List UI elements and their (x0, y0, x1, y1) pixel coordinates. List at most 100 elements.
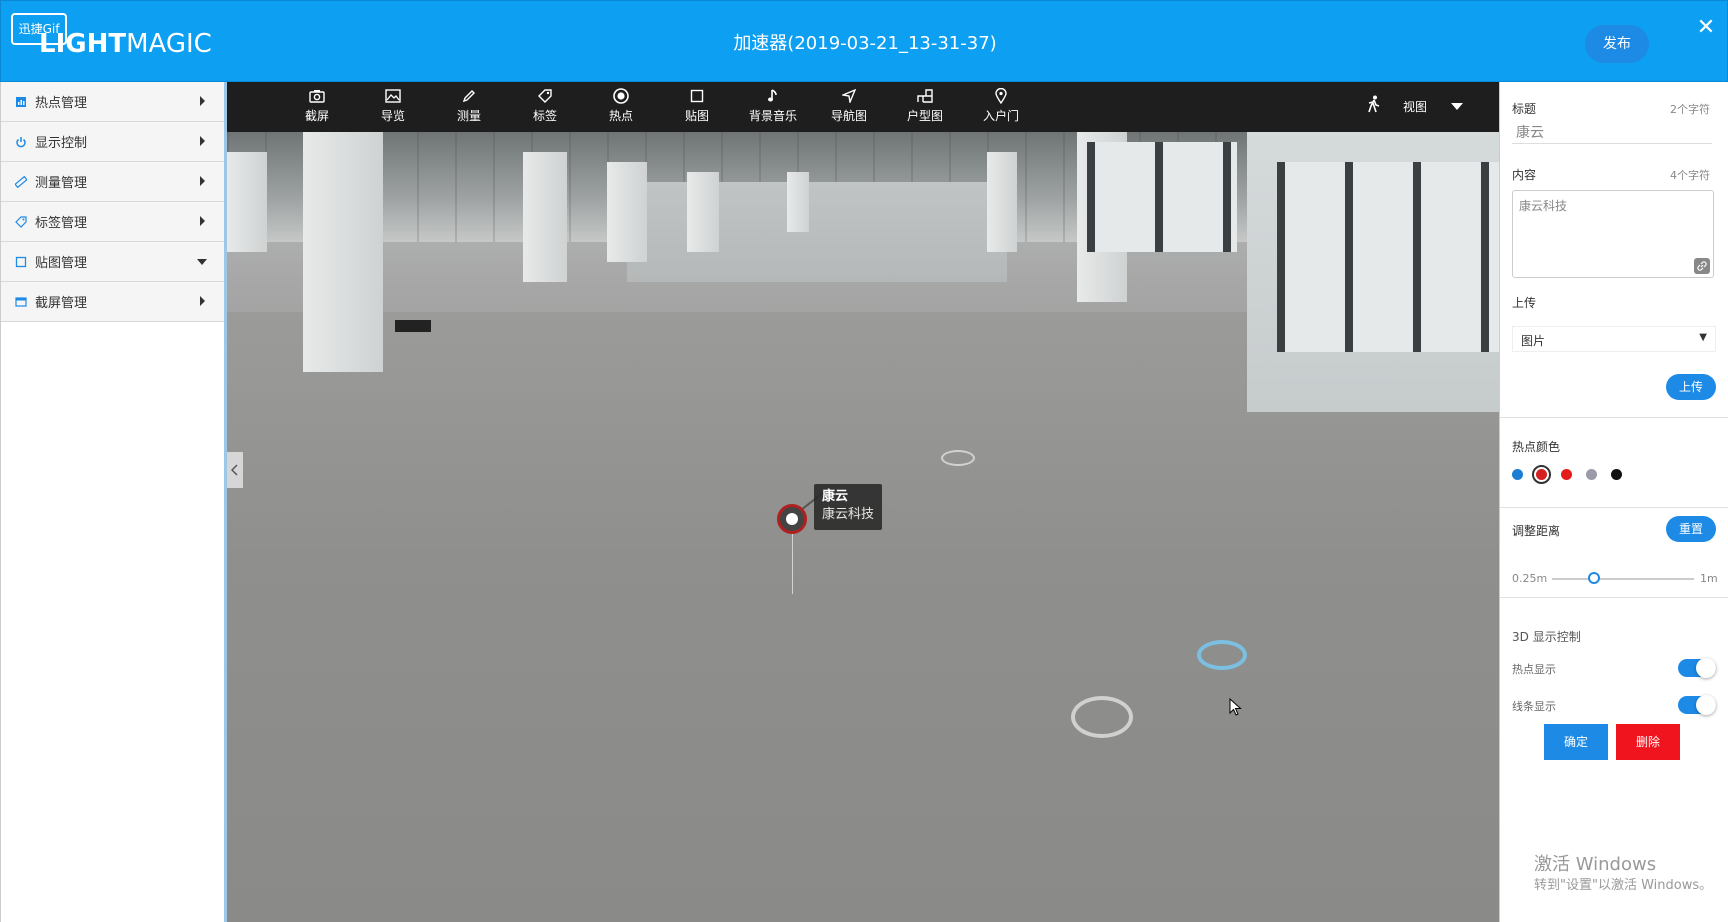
close-icon[interactable]: ✕ (1695, 17, 1717, 39)
color-swatch-red-selected[interactable] (1532, 465, 1551, 484)
color-swatch-gray[interactable] (1586, 469, 1597, 480)
chevron-right-icon (200, 136, 205, 146)
chart-icon (15, 96, 27, 108)
content-label: 内容 (1512, 168, 1537, 182)
tool-label: 标签 (532, 109, 557, 123)
sidebar-item-label: 标签管理 (35, 216, 88, 231)
view-mode-label[interactable]: 视图 (1403, 98, 1427, 115)
tag-icon (15, 215, 27, 228)
distance-label: 调整距离 (1512, 524, 1561, 538)
link-icon[interactable] (1694, 258, 1710, 274)
panorama-viewer[interactable]: 康云 康云科技 截屏 导览 测量 标签 热点 贴图 背景音乐 导航图 户型图 入… (227, 82, 1499, 922)
sidebar-item-label: 热点管理 (35, 96, 88, 111)
activation-watermark-title: 激活 Windows (1534, 854, 1657, 875)
hotspot-label[interactable]: 康云 康云科技 (814, 484, 882, 530)
content-char-count: 4个字符 (1670, 169, 1710, 182)
walk-icon[interactable] (1367, 95, 1381, 118)
tool-label: 背景音乐 (748, 109, 797, 123)
window-grid (1087, 142, 1237, 252)
activation-watermark-subtitle: 转到"设置"以激活 Windows。 (1534, 878, 1713, 893)
ruler-icon (14, 175, 28, 188)
sidebar-item-display[interactable]: 显示控制 (1, 122, 225, 162)
tool-tour[interactable]: 导览 (363, 88, 423, 128)
window-grid (1277, 162, 1499, 352)
content-section: 标题 2个字符 内容 4个字符 康云科技 上传 图片 ▼ 上传 (1500, 82, 1728, 418)
tool-floorplan[interactable]: 户型图 (895, 88, 955, 128)
music-icon (743, 88, 803, 108)
tool-label: 导览 (380, 109, 405, 123)
properties-panel: 标题 2个字符 内容 4个字符 康云科技 上传 图片 ▼ 上传 热点颜色 调整距… (1499, 82, 1728, 922)
floorplan-icon (895, 88, 955, 108)
title-char-count: 2个字符 (1670, 103, 1710, 116)
chevron-left-icon (230, 464, 238, 476)
power-icon (15, 136, 27, 148)
back-wall (627, 182, 1007, 282)
upload-button[interactable]: 上传 (1666, 374, 1716, 400)
confirm-button[interactable]: 确定 (1544, 724, 1608, 760)
reset-distance-button[interactable]: 重置 (1666, 516, 1716, 542)
screen-icon (15, 296, 27, 308)
tool-measure[interactable]: 测量 (439, 88, 499, 128)
exit-sign (395, 320, 431, 332)
caret-down-icon: ▼ (1699, 332, 1707, 343)
tool-entrance[interactable]: 入户门 (971, 87, 1031, 128)
sidebar-item-label: 显示控制 (35, 136, 88, 151)
panorama-image[interactable]: 康云 康云科技 (227, 132, 1499, 922)
sidebar-item-textures[interactable]: 贴图管理 (1, 242, 225, 282)
tool-tag[interactable]: 标签 (515, 88, 575, 128)
hotspot-display-label: 热点显示 (1512, 663, 1556, 676)
sidebar-item-hotspot[interactable]: 热点管理 (1, 82, 225, 122)
hotspot-content: 康云科技 (822, 507, 875, 522)
tool-bgm[interactable]: 背景音乐 (743, 88, 803, 128)
tool-label: 热点 (608, 109, 633, 123)
color-swatch-red[interactable] (1561, 469, 1572, 480)
mouse-cursor-icon (1229, 698, 1242, 716)
floor-ring[interactable] (941, 450, 975, 466)
tool-hotspot[interactable]: 热点 (591, 88, 651, 128)
navigation-icon (819, 88, 879, 108)
title-input[interactable] (1512, 120, 1712, 144)
floor-ring[interactable] (1071, 696, 1133, 738)
content-textarea[interactable]: 康云科技 (1512, 190, 1714, 278)
tool-texture[interactable]: 贴图 (667, 88, 727, 128)
square-icon (15, 256, 27, 268)
line-display-toggle[interactable] (1678, 695, 1716, 715)
hotspot-marker[interactable] (777, 504, 807, 534)
publish-button[interactable]: 发布 (1585, 25, 1649, 63)
hotspot-display-toggle[interactable] (1678, 658, 1716, 678)
chevron-right-icon (200, 176, 205, 186)
tool-label: 导航图 (830, 109, 867, 123)
top-header: 迅捷Gif LIGHTMAGIC 加速器(2019-03-21_13-31-37… (0, 0, 1728, 82)
distance-slider-track[interactable] (1552, 578, 1694, 580)
distance-min-label: 0.25m (1512, 572, 1548, 585)
tool-screenshot[interactable]: 截屏 (287, 88, 347, 128)
tool-label: 测量 (456, 109, 481, 123)
hotspot-stem (792, 534, 793, 594)
page-title: 加速器(2019-03-21_13-31-37) (733, 33, 997, 54)
sidebar-item-measure[interactable]: 测量管理 (1, 162, 225, 202)
color-swatch-blue[interactable] (1512, 469, 1523, 480)
chevron-right-icon (200, 216, 205, 226)
upload-type-select[interactable]: 图片 ▼ (1512, 326, 1716, 352)
line-display-label: 线条显示 (1512, 700, 1556, 713)
distance-max-label: 1m (1700, 572, 1718, 585)
left-sidebar: 热点管理 显示控制 测量管理 标签管理 贴图管理 截屏管理 (0, 82, 226, 922)
tool-navmap[interactable]: 导航图 (819, 88, 879, 128)
tag-icon (515, 88, 575, 108)
distance-slider-thumb[interactable] (1588, 572, 1600, 584)
sidebar-item-screenshots[interactable]: 截屏管理 (1, 282, 225, 322)
sidebar-item-tags[interactable]: 标签管理 (1, 202, 225, 242)
pillar (787, 172, 809, 232)
collapse-sidebar-button[interactable] (227, 452, 243, 488)
camera-icon (287, 88, 347, 108)
delete-button[interactable]: 删除 (1616, 724, 1680, 760)
color-swatch-black[interactable] (1611, 469, 1622, 480)
pillar (523, 152, 567, 282)
square-icon (667, 88, 727, 108)
tool-label: 贴图 (684, 109, 709, 123)
pillar (607, 162, 647, 262)
floor-ring-highlighted[interactable] (1197, 640, 1247, 670)
app-window: 迅捷Gif LIGHTMAGIC 加速器(2019-03-21_13-31-37… (0, 0, 1728, 922)
chevron-down-icon[interactable] (1451, 103, 1463, 110)
hotspot-title: 康云 (822, 489, 849, 504)
